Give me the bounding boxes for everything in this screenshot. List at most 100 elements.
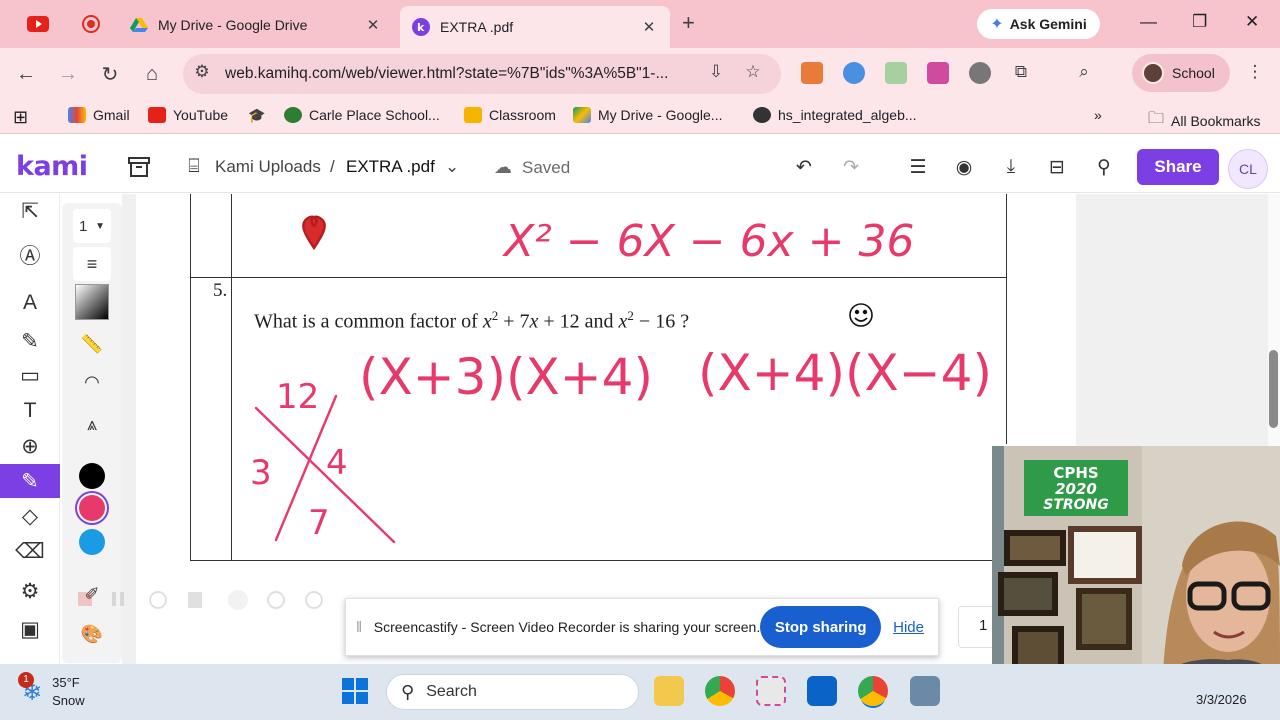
notification-badge: 1 [18, 671, 34, 688]
file-name[interactable]: EXTRA .pdf [346, 157, 435, 177]
weather-widget[interactable]: ❄ 1 35°F Snow [18, 671, 85, 710]
ink-top-expression: X² − 6X − 6x + 36 [502, 216, 914, 267]
close-icon[interactable]: ✕ [364, 16, 382, 34]
home-icon[interactable]: ⌂ [139, 61, 165, 87]
ask-gemini-button[interactable]: ✦ Ask Gemini [977, 9, 1100, 39]
new-tab-icon[interactable]: + [682, 10, 695, 36]
drawing-tool-icon[interactable]: ✎ [0, 464, 60, 498]
kami-logo[interactable]: kami [16, 151, 88, 182]
stop-sharing-button[interactable]: Stop sharing [760, 606, 882, 648]
bookmark-carle-place[interactable]: Carle Place School... [284, 107, 440, 123]
file-explorer-icon[interactable] [654, 676, 684, 706]
extension-generic-icon[interactable] [969, 62, 991, 84]
image-insert-icon[interactable]: ▣ [8, 612, 52, 646]
taskbar-search[interactable]: ⚲ Search [386, 674, 639, 710]
shapes-icon[interactable]: ◇ [8, 499, 52, 533]
screen-sharing-banner: ‖ Screencastify - Screen Video Recorder … [345, 598, 939, 656]
forward-icon[interactable]: → [55, 61, 81, 87]
protractor-icon[interactable]: ◠ [73, 365, 111, 399]
breadcrumb-folder[interactable]: Kami Uploads [215, 157, 321, 177]
drag-handle-icon[interactable]: ‖ [356, 619, 366, 636]
site-settings-icon[interactable]: ⚙ [192, 62, 212, 82]
share-button[interactable]: Share [1137, 149, 1219, 185]
search-icon: ⚲ [401, 681, 415, 702]
webcam-overlay[interactable]: CPHS 2020 STRONG [992, 446, 1280, 692]
stroke-size-select[interactable]: 1 ▼ [73, 209, 111, 243]
archive-box-icon[interactable] [126, 155, 152, 179]
extension-screenshot-icon[interactable] [885, 62, 907, 84]
youtube-tab-icon[interactable] [26, 12, 50, 36]
download-icon[interactable]: ⤓ [998, 155, 1024, 179]
outlook-icon[interactable] [807, 676, 837, 706]
hide-link[interactable]: Hide [893, 619, 924, 636]
close-icon[interactable]: ✕ [640, 18, 658, 36]
undo-icon[interactable]: ↶ [791, 155, 817, 179]
reload-icon[interactable]: ↻ [97, 61, 123, 87]
select-tool-icon[interactable]: ⇱ [8, 194, 52, 228]
read-aloud-icon[interactable]: A [8, 286, 52, 320]
ruler-icon[interactable]: 📏 [73, 327, 111, 361]
windows-taskbar: ❄ 1 35°F Snow ⚲ Search 3/3/2026 [0, 664, 1280, 720]
taskbar-date[interactable]: 3/3/2026 [1196, 692, 1247, 707]
back-icon[interactable]: ← [13, 61, 39, 87]
ink-x-box-right: 4 [326, 443, 348, 483]
line-style-icon[interactable]: ≡ [73, 247, 111, 281]
tab-google-drive[interactable]: My Drive - Google Drive ✕ [118, 8, 394, 42]
ai-assist-icon[interactable]: ⚙ [8, 574, 52, 608]
more-bookmarks-icon[interactable]: » [1094, 107, 1102, 123]
opacity-gradient-icon[interactable] [73, 284, 111, 320]
windows-start-icon[interactable] [342, 678, 368, 704]
temperature: 35°F [52, 675, 80, 690]
install-app-icon[interactable]: ⇩ [706, 62, 726, 82]
record-tab-icon[interactable] [79, 12, 103, 36]
bookmark-star-icon[interactable]: ☆ [743, 62, 763, 82]
bookmark-youtube[interactable]: YouTube [148, 107, 228, 123]
address-bar[interactable]: web.kamihq.com/web/viewer.html?state=%7B… [183, 54, 781, 94]
search-icon[interactable]: ⚲ [1091, 155, 1117, 179]
chrome-profile-icon[interactable] [858, 676, 888, 706]
all-bookmarks[interactable]: 🗀 All Bookmarks [1148, 107, 1260, 134]
color-swatch-black[interactable] [79, 463, 105, 489]
bookmark-gmail[interactable]: Gmail [68, 107, 130, 123]
profile-button[interactable]: School [1132, 54, 1230, 92]
restore-icon[interactable]: ❐ [1192, 12, 1207, 32]
text-tool-icon[interactable]: T [8, 394, 52, 428]
text-select-icon[interactable]: Ⓐ [8, 238, 52, 272]
equation-icon[interactable]: ⊕ [8, 429, 52, 463]
ask-gemini-label: Ask Gemini [1009, 16, 1087, 32]
youtube-icon [148, 107, 166, 123]
user-avatar[interactable]: CL [1228, 149, 1268, 189]
redo-icon[interactable]: ↷ [838, 155, 864, 179]
tab-search-icon[interactable]: ⌕ [1074, 62, 1094, 82]
calculator-icon[interactable] [910, 676, 940, 706]
chevron-down-icon[interactable]: ⌄ [445, 157, 459, 177]
color-swatch-pink[interactable] [79, 495, 105, 521]
extension-kami-icon[interactable] [843, 62, 865, 84]
minimize-icon[interactable]: — [1140, 12, 1157, 32]
eraser-icon[interactable]: ⌫ [8, 534, 52, 568]
toolbox-icon[interactable]: ⊟ [1044, 155, 1070, 179]
extension-megaphone-icon[interactable] [801, 62, 823, 84]
tab-extra-pdf[interactable]: k EXTRA .pdf ✕ [400, 6, 670, 48]
chrome-icon[interactable] [705, 676, 735, 706]
color-swatch-blue[interactable] [79, 529, 105, 555]
comment-icon[interactable]: ▭ [8, 358, 52, 392]
bookmark-grad-cap[interactable]: 🎓 [248, 107, 265, 124]
bookmark-hs-integrated[interactable]: hs_integrated_algeb... [753, 107, 917, 123]
extension-screencastify-icon[interactable] [927, 62, 949, 84]
close-window-icon[interactable]: ✕ [1245, 12, 1259, 32]
snipping-tool-icon[interactable] [756, 676, 786, 706]
eye-icon[interactable]: ◉ [951, 155, 977, 179]
ink-x-box-bottom: 7 [308, 503, 330, 543]
browser-tab-strip: My Drive - Google Drive ✕ k EXTRA .pdf ✕… [0, 0, 1280, 48]
ink-factors-first: (X+3)(X+4) [359, 348, 653, 406]
document-outline-icon[interactable]: ☰ [905, 155, 931, 179]
extensions-puzzle-icon[interactable]: ⧉ [1011, 62, 1031, 82]
bookmark-my-drive[interactable]: My Drive - Google... [573, 107, 722, 123]
compass-icon[interactable]: ⩓ [73, 407, 111, 441]
bookmark-classroom[interactable]: Classroom [464, 107, 556, 123]
apps-grid-icon[interactable]: ⊞ [13, 107, 28, 128]
menu-kebab-icon[interactable]: ⋮ [1245, 62, 1265, 82]
scrollbar-thumb[interactable] [1269, 350, 1278, 428]
highlighter-icon[interactable]: ✎ [8, 324, 52, 358]
